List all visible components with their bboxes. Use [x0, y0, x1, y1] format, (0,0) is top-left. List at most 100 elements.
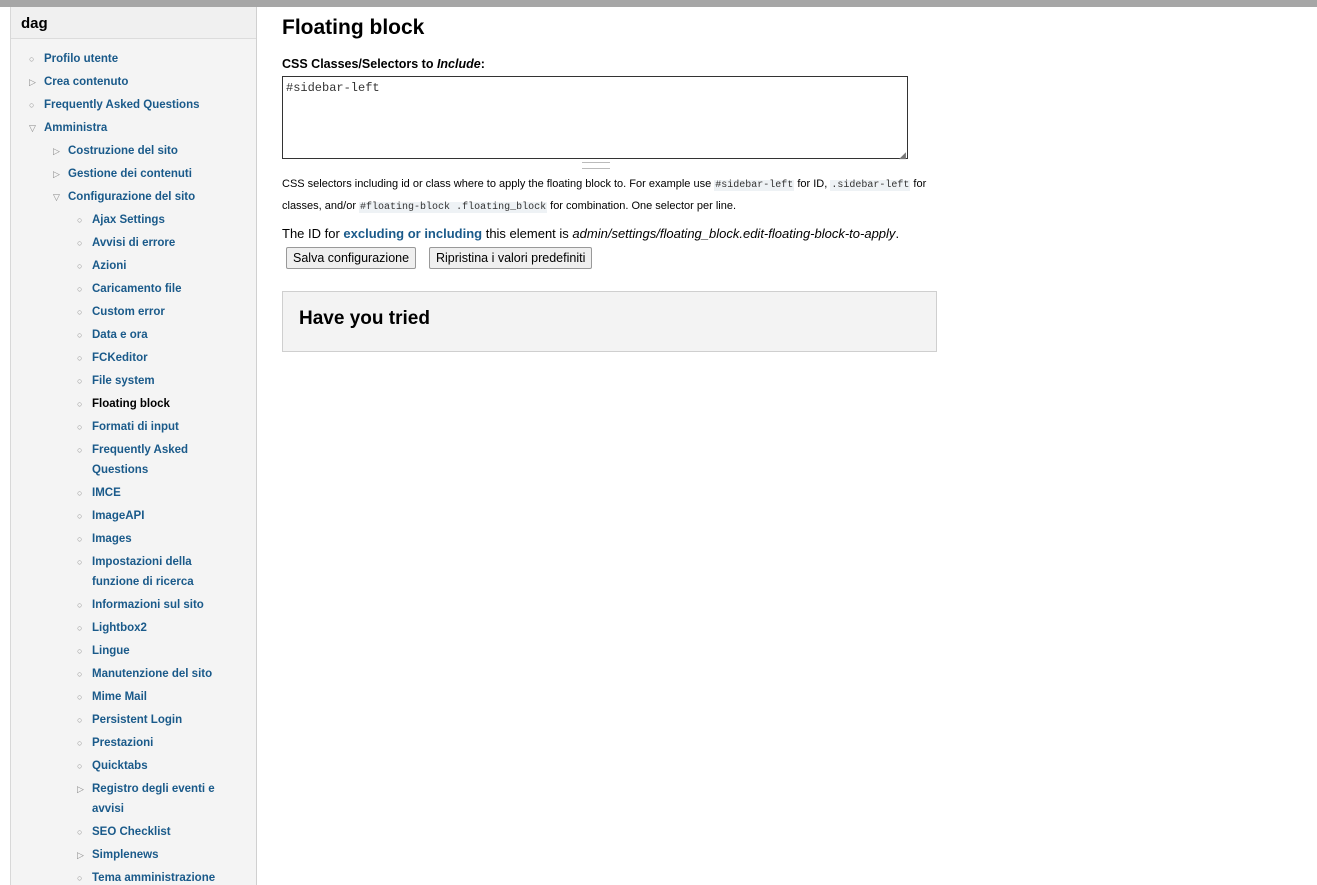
sidebar-item[interactable]: ○ Images [77, 529, 232, 549]
textarea-resize-grip[interactable] [582, 162, 610, 169]
sidebar-item-label: File system [92, 375, 155, 387]
bullet-icon: ○ [77, 488, 83, 498]
sidebar-item-label: Frequently Asked Questions [92, 444, 189, 476]
sidebar-item[interactable]: ○ Lingue [77, 641, 232, 661]
bullet-icon: ○ [77, 307, 83, 317]
sidebar-item-label: Prestazioni [92, 737, 154, 749]
sidebar-item-label: Registro degli eventi e avvisi [92, 783, 215, 815]
sidebar-item-label: Lightbox2 [92, 622, 147, 634]
expanded-arrow-icon: ▽ [29, 123, 36, 133]
sidebar-item-label: Crea contenuto [44, 76, 129, 88]
bullet-icon: ○ [77, 600, 83, 610]
sidebar-item[interactable]: ▷ Gestione dei contenuti [53, 164, 248, 184]
sidebar-item-label: Simplenews [92, 849, 159, 861]
sidebar-item[interactable]: ▷ Costruzione del sito [53, 141, 248, 161]
bullet-icon: ○ [77, 330, 83, 340]
sidebar-item-label: Caricamento file [92, 283, 182, 295]
bullet-icon: ○ [77, 873, 83, 883]
sidebar-item[interactable]: ○ Data e ora [77, 325, 232, 345]
sidebar-item[interactable]: ○ ImageAPI [77, 506, 232, 526]
sidebar-item[interactable]: ○ Frequently Asked Questions [29, 95, 254, 115]
bullet-icon: ○ [77, 715, 83, 725]
sidebar-item[interactable]: ○ Informazioni sul sito [77, 595, 232, 615]
field-label: CSS Classes/Selectors to Include: [282, 57, 485, 71]
bullet-icon: ○ [77, 399, 83, 409]
element-id-line: The ID for excluding or including this e… [282, 226, 900, 241]
sidebar-item-label: Data e ora [92, 329, 148, 341]
sidebar-item[interactable]: ○ Lightbox2 [77, 618, 232, 638]
bullet-icon: ○ [77, 261, 83, 271]
sidebar-item[interactable]: ○ Mime Mail [77, 687, 232, 707]
sidebar-item[interactable]: ○ Caricamento file [77, 279, 232, 299]
sidebar-item[interactable]: ○ Prestazioni [77, 733, 232, 753]
save-configuration-button[interactable]: Salva configurazione [286, 247, 417, 269]
field-description: CSS selectors including id or class wher… [282, 178, 927, 213]
bullet-icon: ○ [77, 669, 83, 679]
sidebar-item-label: Profilo utente [44, 53, 119, 65]
sidebar-item-label: Configurazione del sito [68, 191, 196, 203]
sidebar-title: dag [11, 7, 256, 39]
bullet-icon: ○ [77, 623, 83, 633]
sidebar-item[interactable]: ○ Persistent Login [77, 710, 232, 730]
sidebar: dag ○ Profilo utente ▷ Crea contenuto ○ Frequ… [10, 7, 257, 885]
sidebar-item-label: Gestione dei contenuti [68, 168, 192, 180]
sidebar-item-label: Formati di input [92, 421, 179, 433]
expanded-arrow-icon: ▽ [53, 192, 60, 202]
have-you-tried-box: Have you tried [282, 291, 937, 352]
bullet-icon: ○ [77, 534, 83, 544]
sidebar-item-label: Costruzione del sito [68, 145, 178, 157]
sidebar-item[interactable]: ▷ Registro degli eventi e avvisi [77, 779, 232, 819]
sidebar-item[interactable]: ○ FCKeditor [77, 348, 232, 368]
sidebar-item-label: FCKeditor [92, 352, 148, 364]
sidebar-item-label: Informazioni sul sito [92, 599, 204, 611]
sidebar-item-label: Lingue [92, 645, 130, 657]
sidebar-item-label: Frequently Asked Questions [44, 99, 200, 111]
sidebar-item[interactable]: ○ Quicktabs [77, 756, 232, 776]
sidebar-item-label: Manutenzione del sito [92, 668, 213, 680]
bullet-icon: ○ [77, 353, 83, 363]
box-title: Have you tried [299, 308, 430, 329]
sidebar-item[interactable]: ○ Tema amministrazione [77, 868, 232, 885]
sidebar-item[interactable]: ○ Manutenzione del sito [77, 664, 232, 684]
sidebar-item[interactable]: ○ SEO Checklist [77, 822, 232, 842]
sidebar-item-label: Impostazioni della funzione di ricerca [92, 556, 194, 588]
bullet-icon: ○ [77, 376, 83, 386]
sidebar-item[interactable]: ▽ Configurazione del sito [53, 187, 248, 207]
sidebar-item-label: Quicktabs [92, 760, 148, 772]
sidebar-item-label: Images [92, 533, 132, 545]
sidebar-item-label: Amministra [44, 122, 108, 134]
sidebar-item[interactable]: ○ Profilo utente [29, 49, 254, 69]
sidebar-item[interactable]: ○ Frequently Asked Questions [77, 440, 232, 480]
css-selectors-textarea[interactable]: #sidebar-left [282, 76, 908, 159]
sidebar-item[interactable]: ○ IMCE [77, 483, 232, 503]
sidebar-item-label: Avvisi di errore [92, 237, 176, 249]
exclude-include-link[interactable]: excluding or including [343, 226, 482, 241]
collapsed-arrow-icon: ▷ [53, 146, 60, 156]
sidebar-item[interactable]: ▽ Amministra [29, 118, 254, 138]
bullet-icon: ○ [77, 738, 83, 748]
resize-corner-icon[interactable]: ◢ [899, 150, 906, 161]
sidebar-item[interactable]: ○ Ajax Settings [77, 210, 232, 230]
sidebar-item-label: ImageAPI [92, 510, 145, 522]
sidebar-item[interactable]: ○ Azioni [77, 256, 232, 276]
sidebar-item[interactable]: ▷ Simplenews [77, 845, 232, 865]
sidebar-item[interactable]: ○ Impostazioni della funzione di ricerca [77, 552, 232, 592]
bullet-icon: ○ [77, 422, 83, 432]
collapsed-arrow-icon: ▷ [29, 77, 36, 87]
sidebar-item[interactable]: ▷ Crea contenuto [29, 72, 254, 92]
browser-top-bar [0, 0, 1317, 7]
reset-defaults-button[interactable]: Ripristina i valori predefiniti [429, 247, 593, 269]
sidebar-item[interactable]: ○ Floating block [77, 394, 232, 414]
sidebar-item[interactable]: ○ Custom error [77, 302, 232, 322]
collapsed-arrow-icon: ▷ [53, 169, 60, 179]
sidebar-item-label: Persistent Login [92, 714, 183, 726]
sidebar-item[interactable]: ○ Formati di input [77, 417, 232, 437]
sidebar-item-label: Custom error [92, 306, 165, 318]
bullet-icon: ○ [77, 646, 83, 656]
sidebar-item-label: Mime Mail [92, 691, 147, 703]
bullet-icon: ○ [77, 215, 83, 225]
sidebar-item[interactable]: ○ File system [77, 371, 232, 391]
sidebar-item[interactable]: ○ Avvisi di errore [77, 233, 232, 253]
bullet-icon: ○ [77, 692, 83, 702]
sidebar-item-label: Tema amministrazione [92, 872, 216, 884]
